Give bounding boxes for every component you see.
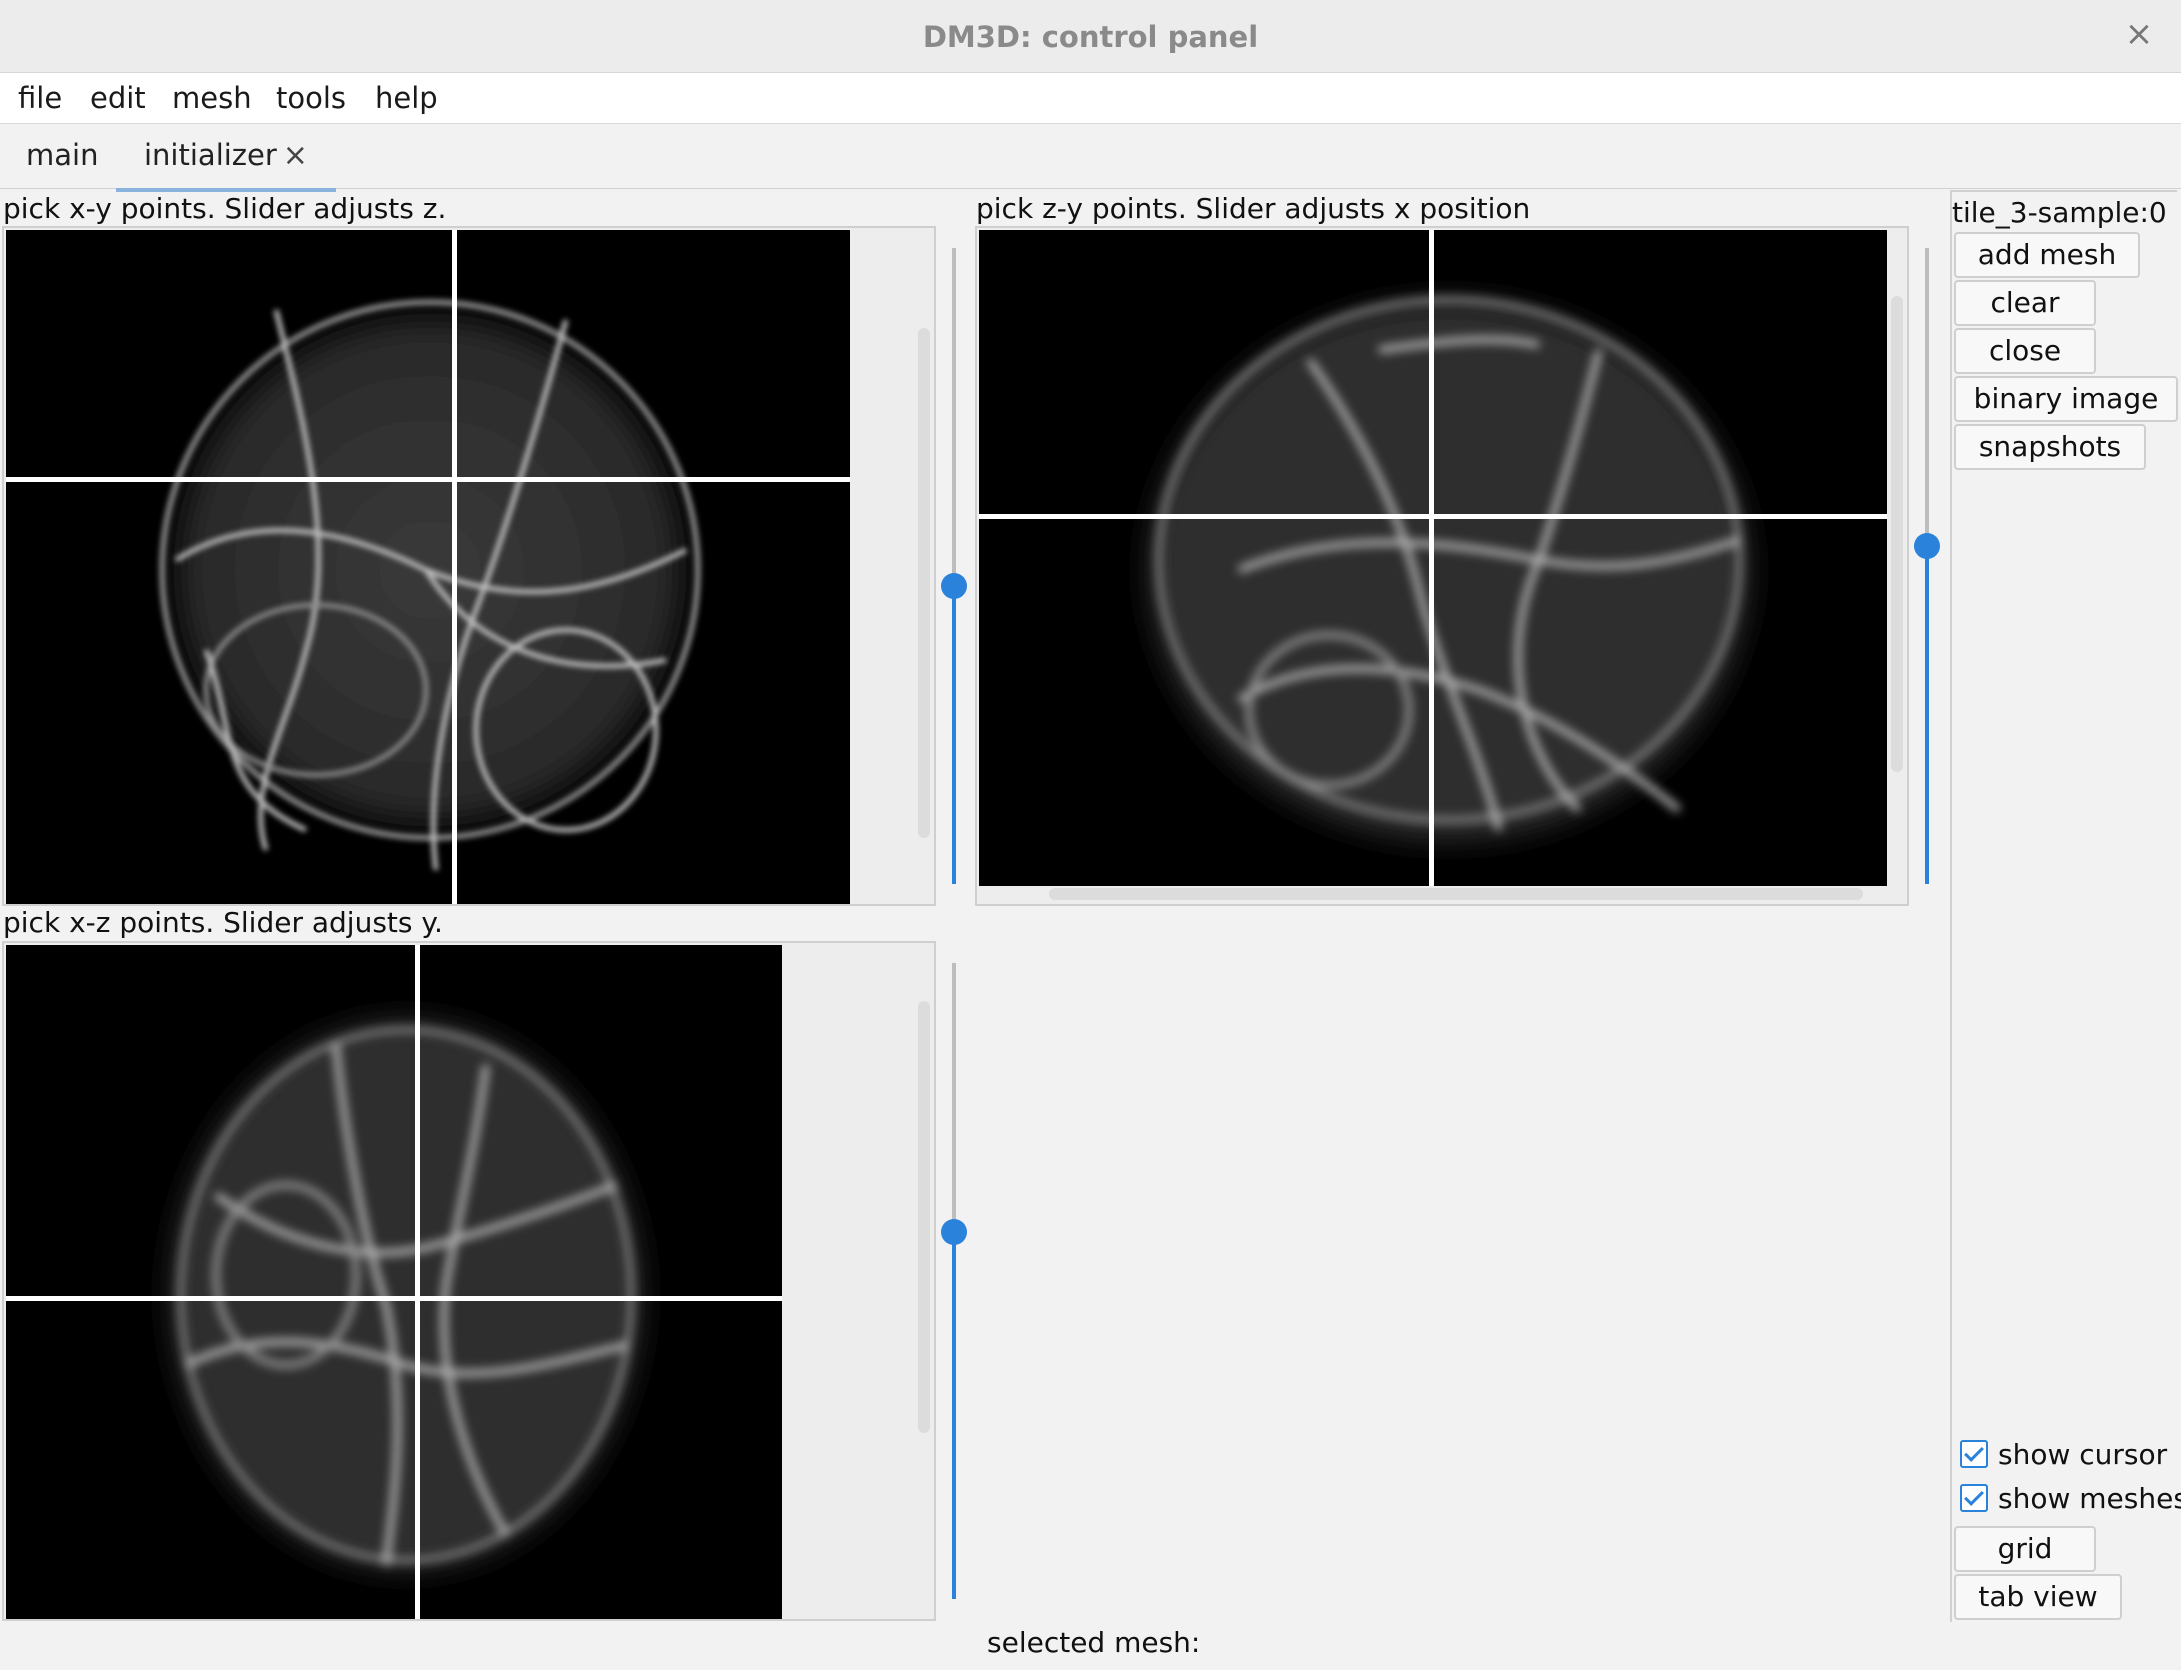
right-sidebar: tile_3-sample:0 add mesh clear close bin… — [1950, 190, 2181, 1622]
xz-cursor-horizontal — [6, 1296, 782, 1301]
xy-panel-label: pick x-y points. Slider adjusts z. — [3, 192, 447, 225]
close-icon[interactable]: × — [2119, 14, 2159, 54]
grid-button[interactable]: grid — [1954, 1526, 2096, 1572]
zy-x-slider[interactable] — [1914, 248, 1940, 884]
menu-edit[interactable]: edit — [90, 81, 146, 115]
tab-initializer-label: initializer — [144, 138, 277, 172]
zy-cursor-horizontal — [979, 514, 1887, 519]
binary-image-button[interactable]: binary image — [1954, 376, 2178, 422]
tab-main[interactable]: main — [26, 138, 98, 188]
xy-cursor-vertical — [452, 230, 457, 904]
tab-close-icon[interactable]: × — [283, 138, 308, 173]
zy-panel-label: pick z-y points. Slider adjusts x positi… — [976, 192, 1531, 225]
tab-initializer[interactable]: initializer × — [116, 138, 336, 192]
menu-bar: file edit mesh tools help — [0, 73, 2181, 124]
xz-panel-label: pick x-z points. Slider adjusts y. — [3, 906, 443, 939]
tab-main-label: main — [26, 138, 99, 172]
title-bar: DM3D: control panel × — [0, 0, 2181, 73]
show-meshes-checkbox[interactable]: show meshes — [1960, 1482, 2181, 1515]
add-mesh-button[interactable]: add mesh — [1954, 232, 2140, 278]
xy-image-view[interactable] — [6, 230, 850, 904]
xz-vertical-scrollbar[interactable] — [918, 1001, 930, 1433]
zy-vertical-scrollbar[interactable] — [1891, 296, 1903, 772]
show-cursor-label: show cursor — [1998, 1438, 2168, 1471]
xy-vertical-scrollbar[interactable] — [918, 328, 930, 838]
tab-bar: main initializer × — [0, 124, 2181, 192]
xz-image-frame — [2, 941, 936, 1621]
xz-slider-knob[interactable] — [941, 1219, 967, 1245]
menu-tools[interactable]: tools — [276, 81, 346, 115]
xy-z-slider[interactable] — [941, 248, 967, 884]
zy-slider-knob[interactable] — [1914, 533, 1940, 559]
show-cursor-checkbox[interactable]: show cursor — [1960, 1438, 2167, 1471]
menu-mesh[interactable]: mesh — [172, 81, 252, 115]
tab-view-button[interactable]: tab view — [1954, 1574, 2122, 1620]
close-button[interactable]: close — [1954, 328, 2096, 374]
xy-image-frame — [2, 226, 936, 906]
xz-y-slider[interactable] — [941, 963, 967, 1599]
xy-slider-knob[interactable] — [941, 573, 967, 599]
checkbox-checked-icon[interactable] — [1960, 1440, 1988, 1468]
zy-image-frame — [975, 226, 1909, 906]
menu-file[interactable]: file — [18, 81, 62, 115]
zy-horizontal-scrollbar[interactable] — [1049, 888, 1863, 900]
dataset-label: tile_3-sample:0 — [1952, 196, 2167, 229]
menu-help[interactable]: help — [375, 81, 438, 115]
xz-image-view[interactable] — [6, 945, 782, 1619]
control-panel-window: DM3D: control panel × file edit mesh too… — [0, 0, 2181, 1670]
show-meshes-label: show meshes — [1998, 1482, 2181, 1515]
zy-cursor-vertical — [1429, 230, 1434, 886]
zy-image-view[interactable] — [979, 230, 1887, 886]
checkbox-checked-icon[interactable] — [1960, 1484, 1988, 1512]
snapshots-button[interactable]: snapshots — [1954, 424, 2146, 470]
selected-mesh-status: selected mesh: — [987, 1626, 1201, 1659]
xz-cursor-vertical — [415, 945, 420, 1619]
xy-cursor-horizontal — [6, 477, 850, 482]
clear-button[interactable]: clear — [1954, 280, 2096, 326]
window-title: DM3D: control panel — [922, 20, 1259, 54]
